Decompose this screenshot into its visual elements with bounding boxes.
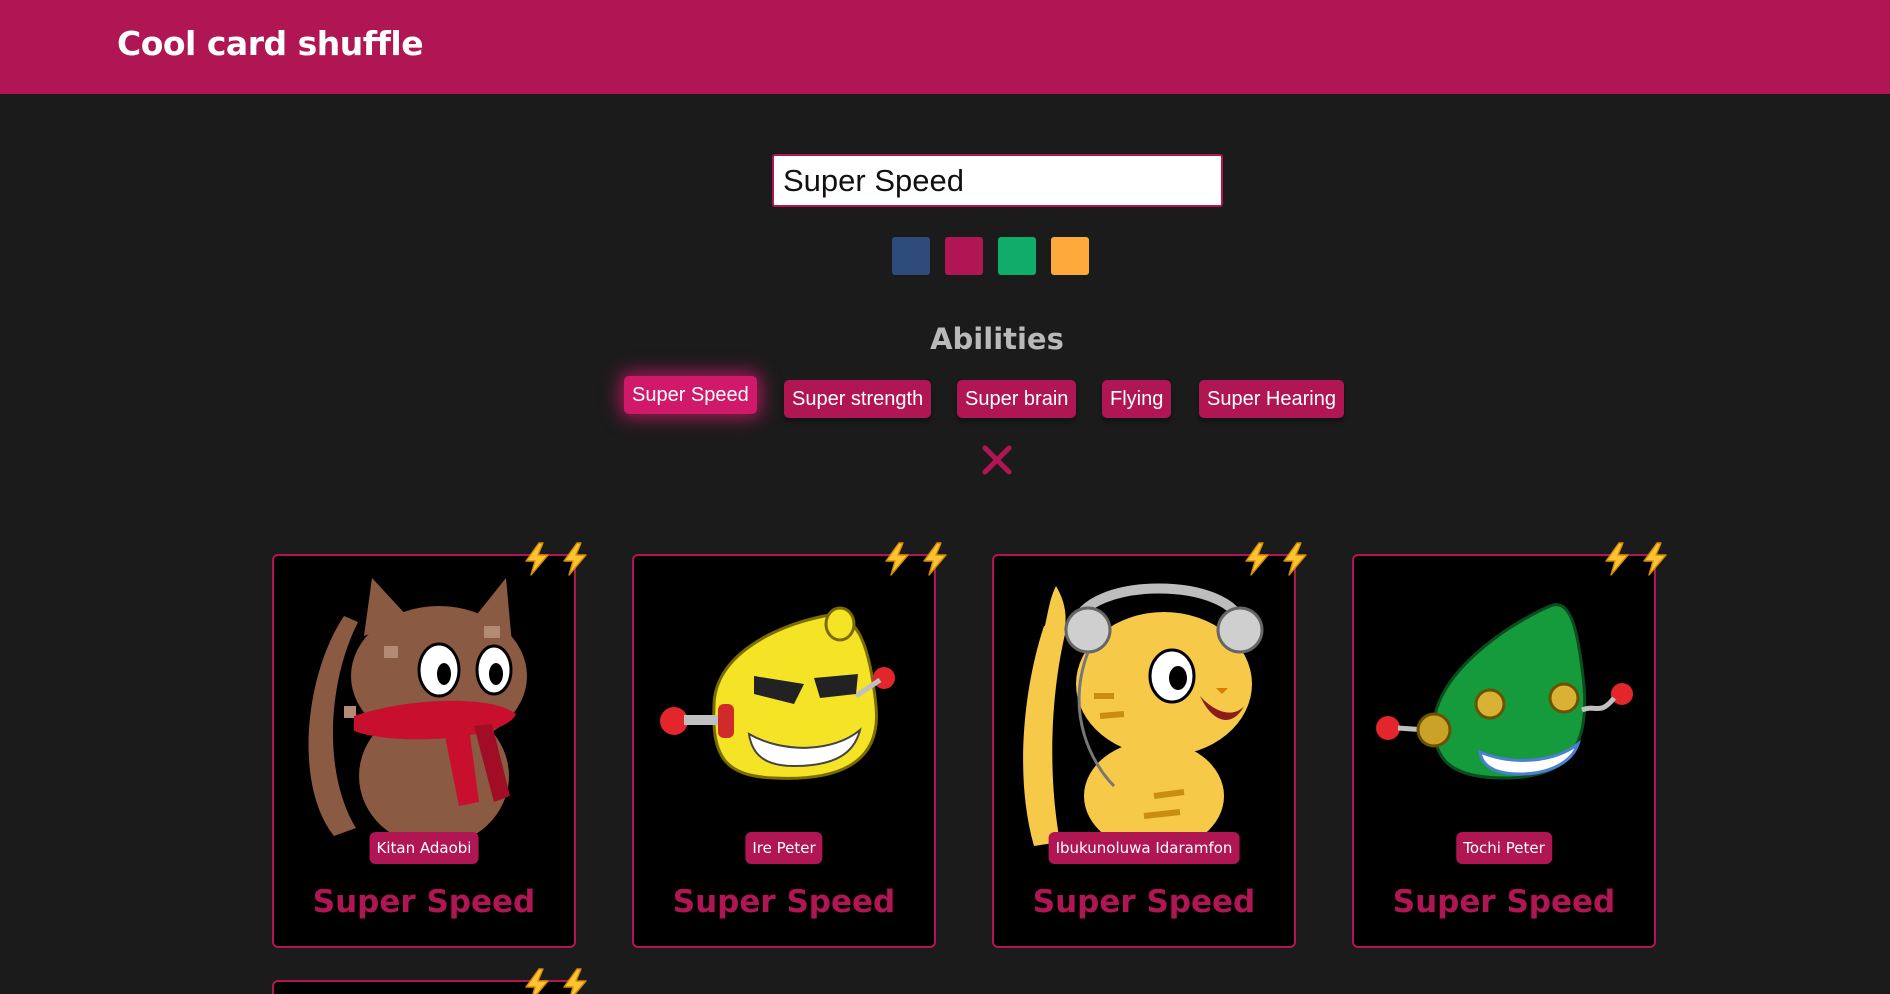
color-swatch-orange[interactable] (1051, 237, 1089, 275)
tiger-avatar-icon (1023, 583, 1264, 851)
ability-chip-super-brain[interactable]: Super brain (957, 380, 1077, 418)
character-card[interactable]: Ire Peter Super Speed (632, 542, 947, 948)
color-swatch-green[interactable] (998, 237, 1036, 275)
card-name-tag: Ibukunoluwa Idaramfon (1048, 832, 1240, 864)
robot-avatar-icon (660, 606, 895, 780)
character-card[interactable] (272, 968, 587, 994)
character-card[interactable]: Tochi Peter Super Speed (1352, 542, 1667, 948)
lightning-icon (525, 968, 587, 994)
character-card[interactable]: Ibukunoluwa Idaramfon Super Speed (992, 542, 1307, 948)
ability-chip-super-hearing[interactable]: Super Hearing (1199, 380, 1344, 418)
search-input[interactable] (772, 154, 1223, 207)
ability-chip-flying[interactable]: Flying (1102, 380, 1172, 418)
card-ability-label: Super Speed (672, 884, 896, 920)
ability-chip-super-speed[interactable]: Super Speed (624, 376, 757, 414)
robot-avatar-icon (1376, 603, 1633, 780)
ability-chip-super-strength[interactable]: Super strength (784, 380, 932, 418)
close-icon[interactable] (980, 443, 1014, 477)
card-ability-label: Super Speed (1032, 884, 1256, 920)
app-header: Cool card shuffle (0, 0, 1890, 94)
cat-avatar-icon (308, 578, 527, 846)
card-name-tag: Ire Peter (745, 832, 823, 864)
card-name-tag: Tochi Peter (1456, 832, 1552, 864)
abilities-heading: Abilities (930, 322, 1064, 356)
card-ability-label: Super Speed (1392, 884, 1616, 920)
app-title: Cool card shuffle (117, 24, 424, 63)
color-swatch-blue[interactable] (892, 237, 930, 275)
card-name-tag: Kitan Adaobi (369, 832, 479, 864)
color-swatch-magenta[interactable] (945, 237, 983, 275)
character-card[interactable]: Kitan Adaobi Super Speed (272, 542, 587, 948)
card-ability-label: Super Speed (312, 884, 536, 920)
